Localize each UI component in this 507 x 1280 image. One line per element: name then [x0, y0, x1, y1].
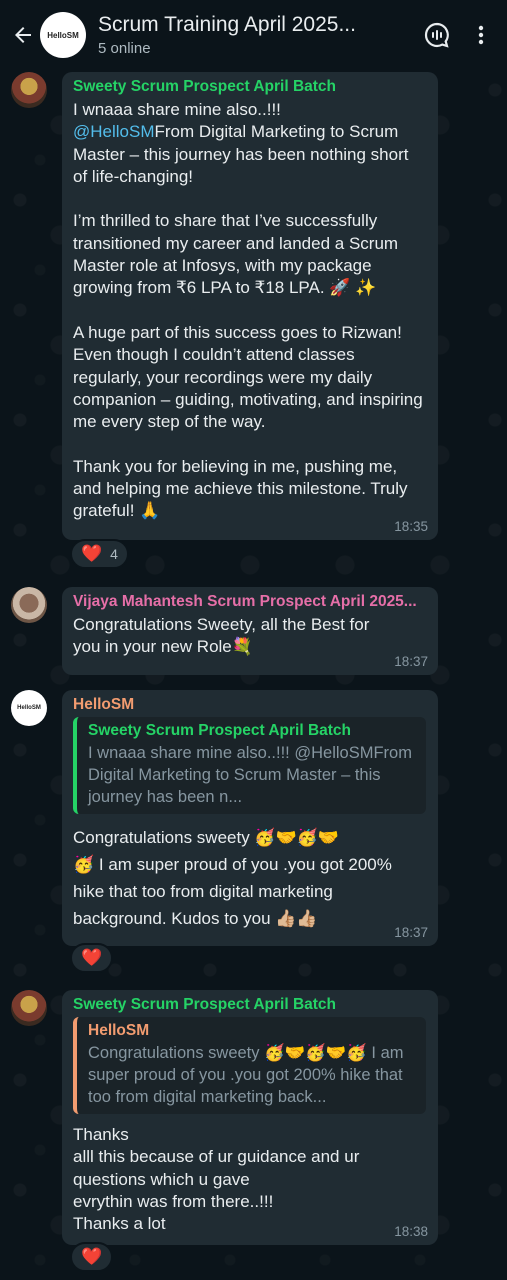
reaction-count: 4 [110, 546, 118, 562]
quoted-text: Congratulations sweety 🥳🤝🥳🤝🥳 I am super … [88, 1044, 404, 1106]
sender-avatar-vijaya[interactable] [11, 587, 47, 623]
quoted-message[interactable]: HelloSM Congratulations sweety 🥳🤝🥳🤝🥳 I a… [73, 1017, 426, 1114]
message-text: Congratulations sweety 🥳🤝🥳🤝 🥳 I am super… [73, 828, 392, 928]
reaction-pill[interactable]: ❤️ 4 [70, 539, 129, 569]
message-sender[interactable]: Vijaya Mahantesh Scrum Prospect April 20… [73, 593, 426, 611]
group-avatar-logo: HelloSM [47, 30, 79, 40]
group-avatar[interactable]: HelloSM [40, 12, 86, 58]
heart-icon: ❤️ [81, 544, 103, 563]
message-time: 18:35 [394, 519, 428, 534]
message-bubble[interactable]: HelloSM Sweety Scrum Prospect April Batc… [62, 690, 438, 946]
message-text: Congratulations Sweety, all the Best for… [73, 615, 375, 657]
reaction-pill[interactable]: ❤️ [70, 943, 114, 973]
message-sender[interactable]: HelloSM [73, 696, 426, 714]
message-time: 18:37 [394, 925, 428, 940]
message-paragraph: I’m thrilled to share that I’ve successf… [73, 211, 403, 298]
sender-avatar-sweety[interactable] [11, 990, 47, 1026]
message-bubble[interactable]: Sweety Scrum Prospect April Batch I wnaa… [62, 72, 438, 540]
message-sender[interactable]: Sweety Scrum Prospect April Batch [73, 78, 426, 96]
reaction-pill[interactable]: ❤️ [70, 1242, 114, 1272]
back-arrow-icon[interactable] [6, 15, 40, 55]
message-time: 18:37 [394, 654, 428, 669]
message-text: I wnaaa share mine also..!!! @HelloSMFro… [73, 99, 426, 523]
chat-title: Scrum Training April 2025... [98, 13, 356, 36]
message-paragraph: A huge part of this success goes to Rizw… [73, 322, 428, 432]
message-paragraph: Thank you for believing in me, pushing m… [73, 456, 413, 521]
mention-link[interactable]: @HelloSM [73, 122, 155, 141]
sender-avatar-hellosm[interactable]: HelloSM [11, 690, 47, 726]
message-bubble[interactable]: Vijaya Mahantesh Scrum Prospect April 20… [62, 587, 438, 675]
avatar-logo: HelloSM [17, 705, 41, 711]
heart-icon: ❤️ [81, 948, 103, 967]
online-status: 5 online [98, 40, 151, 57]
quoted-sender: Sweety Scrum Prospect April Batch [88, 722, 352, 739]
message-time: 18:38 [394, 1224, 428, 1239]
chat-header: HelloSM Scrum Training April 2025... 5 o… [0, 0, 507, 70]
sender-avatar-sweety[interactable] [11, 72, 47, 108]
more-options-icon[interactable] [459, 13, 503, 57]
message-line: I wnaaa share mine also..!!! [73, 100, 281, 119]
quoted-text: I wnaaa share mine also..!!! @HelloSMFro… [88, 744, 412, 806]
chat-title-block[interactable]: Scrum Training April 2025... 5 online [98, 13, 415, 57]
voice-chat-icon[interactable] [415, 13, 459, 57]
message-text: Thanks alll this because of ur guidance … [73, 1125, 360, 1234]
quoted-sender: HelloSM [88, 1022, 150, 1039]
message-bubble[interactable]: Sweety Scrum Prospect April Batch HelloS… [62, 990, 438, 1245]
heart-icon: ❤️ [81, 1247, 103, 1266]
message-sender[interactable]: Sweety Scrum Prospect April Batch [73, 996, 426, 1014]
quoted-message[interactable]: Sweety Scrum Prospect April Batch I wnaa… [73, 717, 426, 814]
